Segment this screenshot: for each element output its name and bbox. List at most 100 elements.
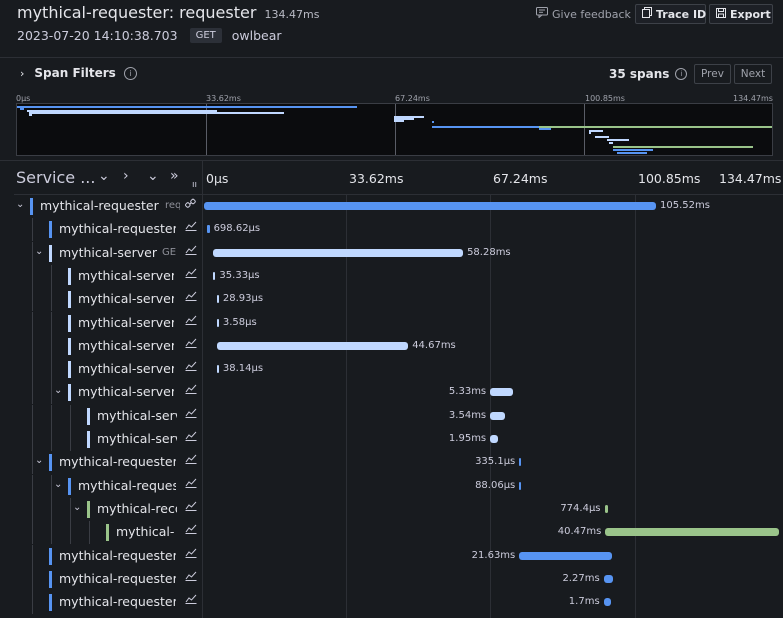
- trace-id-button[interactable]: Trace ID: [635, 4, 706, 24]
- chevron-down-icon[interactable]: ⌄: [73, 502, 81, 513]
- span-service-name[interactable]: mythical-requester: [59, 454, 176, 469]
- span-duration-bar[interactable]: [216, 341, 409, 350]
- chevron-down-icon[interactable]: ⌄: [35, 455, 43, 466]
- chart-icon[interactable]: [185, 361, 197, 374]
- chart-icon[interactable]: [185, 454, 197, 467]
- span-service-name[interactable]: mythical-server: [78, 338, 174, 353]
- export-button[interactable]: Export: [709, 4, 773, 24]
- span-service-name[interactable]: mythical-: [116, 524, 174, 539]
- chart-icon[interactable]: [185, 571, 197, 584]
- span-service-name[interactable]: mythical-requester: [59, 594, 176, 609]
- link-icon[interactable]: [185, 198, 196, 212]
- span-service-name[interactable]: mythical-server: [78, 315, 174, 330]
- chevron-right-icon[interactable]: ›: [123, 168, 129, 184]
- chart-icon[interactable]: [185, 408, 197, 421]
- span-row[interactable]: mythical-server 38.14μs: [0, 358, 783, 382]
- span-service-name[interactable]: mythical-serv: [97, 431, 177, 446]
- chart-icon[interactable]: [185, 338, 197, 351]
- chart-icon[interactable]: [185, 594, 197, 607]
- span-duration-bar[interactable]: [204, 202, 656, 210]
- span-row[interactable]: ⌄ mythical-reques 88.06μs: [0, 474, 783, 498]
- http-method-badge: GET: [189, 28, 222, 43]
- chart-icon[interactable]: [185, 501, 197, 514]
- span-duration-bar[interactable]: [604, 504, 608, 513]
- span-duration-bar[interactable]: [605, 528, 779, 537]
- chevron-down-icon[interactable]: ⌄: [16, 199, 24, 210]
- span-service-name[interactable]: mythical-server: [78, 384, 174, 399]
- tree-guide-line: [32, 521, 33, 545]
- chart-icon[interactable]: [185, 268, 197, 281]
- span-row[interactable]: mythical-server 3.58μs: [0, 311, 783, 335]
- span-row[interactable]: mythical- 40.47ms: [0, 521, 783, 545]
- span-service-name[interactable]: mythical-requester: [59, 571, 176, 586]
- next-button[interactable]: Next: [734, 64, 772, 84]
- span-duration-bar[interactable]: [206, 225, 210, 234]
- span-row[interactable]: mythical-server 35.33μs: [0, 264, 783, 288]
- span-duration-bar[interactable]: [216, 295, 219, 304]
- span-service-name[interactable]: mythical-server: [59, 245, 157, 260]
- chart-icon[interactable]: [185, 548, 197, 561]
- span-duration-bar[interactable]: [490, 435, 499, 443]
- span-duration-bar[interactable]: [216, 318, 219, 327]
- span-duration-bar[interactable]: [216, 365, 219, 374]
- info-icon[interactable]: i: [123, 66, 137, 80]
- span-row[interactable]: ⌄ mythical-server 5.33ms: [0, 381, 783, 405]
- chart-icon[interactable]: [185, 291, 197, 304]
- span-duration-label: 698.62μs: [213, 223, 261, 235]
- column-resize-icon[interactable]: ıı: [192, 180, 197, 190]
- span-duration-bar[interactable]: [603, 574, 614, 583]
- span-filters-toggle[interactable]: › Span Filters i: [20, 66, 137, 80]
- span-row[interactable]: ⌄ mythical-requester 335.1μs: [0, 451, 783, 475]
- span-row[interactable]: mythical-requester 21.63ms: [0, 544, 783, 568]
- span-row[interactable]: ⌄ mythical-server GE 58.28ms: [0, 241, 783, 265]
- chevron-down-icon[interactable]: ⌄: [35, 246, 43, 257]
- chart-icon[interactable]: [185, 478, 197, 491]
- span-duration-bar[interactable]: [213, 271, 216, 280]
- span-service-name[interactable]: mythical-serv: [97, 408, 177, 423]
- chart-icon[interactable]: [185, 384, 197, 397]
- span-row[interactable]: mythical-requester 1.7ms: [0, 591, 783, 615]
- collapse-all-icon[interactable]: »: [170, 168, 179, 184]
- span-row[interactable]: mythical-requester 2.27ms: [0, 567, 783, 591]
- minimap-span: [613, 149, 653, 151]
- span-row[interactable]: ⌄ mythical-requester requester 105.52ms: [0, 195, 783, 218]
- chart-icon[interactable]: [185, 524, 197, 537]
- chart-icon[interactable]: [185, 245, 197, 258]
- span-duration-bar[interactable]: [519, 481, 522, 490]
- span-duration-bar[interactable]: [490, 411, 506, 420]
- span-duration-bar[interactable]: [603, 598, 611, 607]
- span-service-name[interactable]: mythical-reco: [97, 501, 177, 516]
- span-row[interactable]: mythical-serv 3.54ms: [0, 404, 783, 428]
- span-duration-bar[interactable]: [490, 388, 513, 397]
- span-duration-bar[interactable]: [519, 551, 612, 560]
- chevron-down-icon[interactable]: ⌄: [54, 479, 62, 490]
- info-icon[interactable]: i: [675, 68, 688, 80]
- span-duration-bar[interactable]: [519, 458, 522, 467]
- give-feedback-label: Give feedback: [552, 7, 631, 21]
- span-count-label: 35 spans: [609, 67, 670, 81]
- span-row[interactable]: mythical-serv 1.95ms: [0, 428, 783, 451]
- chart-icon[interactable]: [185, 315, 197, 328]
- prev-button[interactable]: Prev: [694, 64, 731, 84]
- span-row[interactable]: mythical-server 28.93μs: [0, 288, 783, 312]
- expand-all-icon[interactable]: ⌄: [147, 168, 159, 184]
- span-row[interactable]: ⌄ mythical-reco 774.4μs: [0, 497, 783, 521]
- span-service-name[interactable]: mythical-requester: [59, 221, 176, 236]
- span-row[interactable]: mythical-requester 698.62μs: [0, 218, 783, 242]
- trace-minimap[interactable]: [16, 103, 773, 156]
- span-service-name[interactable]: mythical-requester: [59, 548, 176, 563]
- span-service-name[interactable]: mythical-server: [78, 361, 174, 376]
- span-service-name[interactable]: mythical-reques: [78, 478, 176, 493]
- timeline-tick: 33.62ms: [349, 171, 404, 186]
- span-row[interactable]: mythical-server 44.67ms: [0, 334, 783, 358]
- chart-icon[interactable]: [185, 221, 197, 234]
- chevron-down-icon[interactable]: ⌄: [98, 168, 110, 184]
- trace-id-label: Trace ID: [656, 7, 707, 21]
- chevron-down-icon[interactable]: ⌄: [54, 385, 62, 396]
- give-feedback-link[interactable]: Give feedback: [536, 7, 631, 21]
- span-service-name[interactable]: mythical-requester: [40, 198, 159, 213]
- chart-icon[interactable]: [185, 431, 197, 444]
- span-duration-bar[interactable]: [213, 248, 464, 257]
- span-service-name[interactable]: mythical-server: [78, 268, 174, 283]
- span-service-name[interactable]: mythical-server: [78, 291, 174, 306]
